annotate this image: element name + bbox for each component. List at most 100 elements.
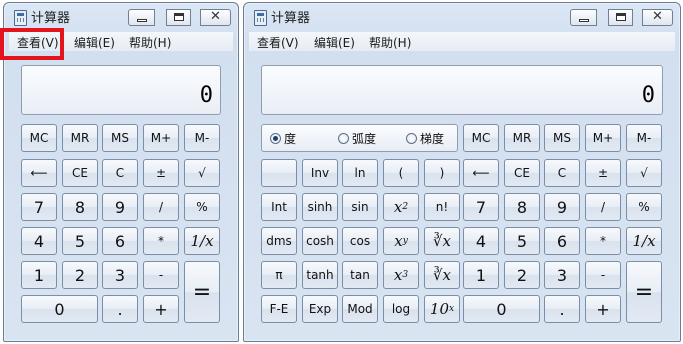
menu-help[interactable]: 帮助(H) [369, 34, 411, 51]
add-button[interactable]: + [143, 295, 179, 323]
digit-2-button[interactable]: 2 [62, 261, 98, 289]
radio-selected-icon [270, 133, 281, 144]
plus-minus-button[interactable]: ± [585, 159, 621, 187]
memory-recall-button[interactable]: MR [504, 124, 540, 152]
menu-edit[interactable]: 编辑(E) [314, 34, 355, 51]
title-bar: 计算器 ✕ [4, 3, 238, 29]
digit-3-button[interactable]: 3 [102, 261, 138, 289]
digit-6-button[interactable]: 6 [544, 227, 580, 255]
power-button[interactable]: xy [383, 227, 419, 255]
close-button[interactable]: ✕ [642, 9, 673, 26]
scientific-blank-button[interactable] [261, 159, 297, 187]
cosh-button[interactable]: cosh [302, 227, 338, 255]
minimize-button[interactable] [570, 9, 597, 26]
memory-add-button[interactable]: M+ [585, 124, 621, 152]
operator-exponent: 2 [402, 202, 409, 212]
clear-button[interactable]: C [102, 159, 138, 187]
open-paren-button[interactable]: ( [383, 159, 419, 187]
digit-8-button[interactable]: 8 [504, 193, 540, 221]
clear-button[interactable]: C [544, 159, 580, 187]
multiply-button[interactable]: * [143, 227, 179, 255]
cube-root-button[interactable]: ∛x [424, 261, 460, 289]
menu-help[interactable]: 帮助(H) [129, 34, 171, 51]
ten-power-button[interactable]: 10 x [424, 295, 460, 323]
backspace-button[interactable]: ⟵ [21, 159, 57, 187]
digit-2-button[interactable]: 2 [504, 261, 540, 289]
y-root-button[interactable]: ∛x [424, 227, 460, 255]
divide-button[interactable]: / [585, 193, 621, 221]
ln-button[interactable]: ln [342, 159, 378, 187]
reciprocal-button[interactable]: 1/x [184, 227, 220, 255]
mod-button[interactable]: Mod [342, 295, 378, 323]
digit-8-button[interactable]: 8 [62, 193, 98, 221]
add-button[interactable]: + [585, 295, 621, 323]
backspace-button[interactable]: ⟵ [463, 159, 499, 187]
memory-clear-button[interactable]: MC [463, 124, 499, 152]
factorial-button[interactable]: n! [424, 193, 460, 221]
radio-degrees[interactable]: 度 [270, 130, 296, 147]
digit-0-button[interactable]: 0 [463, 295, 540, 323]
maximize-button[interactable] [608, 9, 633, 26]
angle-mode-group: 度 弧度 梯度 [261, 124, 458, 152]
decimal-button[interactable]: . [102, 295, 138, 323]
percent-button[interactable]: % [184, 193, 220, 221]
digit-1-button[interactable]: 1 [463, 261, 499, 289]
multiply-button[interactable]: * [585, 227, 621, 255]
pi-button[interactable]: π [261, 261, 297, 289]
sinh-button[interactable]: sinh [302, 193, 338, 221]
tanh-button[interactable]: tanh [302, 261, 338, 289]
digit-5-button[interactable]: 5 [62, 227, 98, 255]
digit-6-button[interactable]: 6 [102, 227, 138, 255]
digit-5-button[interactable]: 5 [504, 227, 540, 255]
reciprocal-button[interactable]: 1/x [626, 227, 662, 255]
digit-9-button[interactable]: 9 [102, 193, 138, 221]
clear-entry-button[interactable]: CE [62, 159, 98, 187]
inverse-button[interactable]: Inv [302, 159, 338, 187]
display: 0 [261, 65, 663, 115]
radio-radians[interactable]: 弧度 [338, 130, 376, 147]
maximize-button[interactable] [166, 9, 191, 26]
cube-button[interactable]: x3 [383, 261, 419, 289]
menu-edit[interactable]: 编辑(E) [74, 34, 115, 51]
memory-recall-button[interactable]: MR [62, 124, 98, 152]
digit-7-button[interactable]: 7 [21, 193, 57, 221]
subtract-button[interactable]: - [585, 261, 621, 289]
subtract-button[interactable]: - [143, 261, 179, 289]
memory-clear-button[interactable]: MC [21, 124, 57, 152]
radio-gradians[interactable]: 梯度 [406, 130, 444, 147]
memory-store-button[interactable]: MS [102, 124, 138, 152]
equals-button[interactable]: = [626, 261, 662, 323]
minimize-button[interactable] [128, 9, 155, 26]
square-root-button[interactable]: √ [184, 159, 220, 187]
int-button[interactable]: Int [261, 193, 297, 221]
menu-view[interactable]: 查看(V) [257, 34, 299, 51]
memory-subtract-button[interactable]: M- [184, 124, 220, 152]
square-button[interactable]: x2 [383, 193, 419, 221]
divide-button[interactable]: / [143, 193, 179, 221]
close-button[interactable]: ✕ [200, 9, 231, 26]
fe-button[interactable]: F-E [261, 295, 297, 323]
digit-9-button[interactable]: 9 [544, 193, 580, 221]
digit-7-button[interactable]: 7 [463, 193, 499, 221]
digit-0-button[interactable]: 0 [21, 295, 98, 323]
digit-3-button[interactable]: 3 [544, 261, 580, 289]
memory-add-button[interactable]: M+ [143, 124, 179, 152]
digit-4-button[interactable]: 4 [21, 227, 57, 255]
tan-button[interactable]: tan [342, 261, 378, 289]
square-root-button[interactable]: √ [626, 159, 662, 187]
log-button[interactable]: log [383, 295, 419, 323]
equals-button[interactable]: = [184, 261, 220, 323]
cos-button[interactable]: cos [342, 227, 378, 255]
plus-minus-button[interactable]: ± [143, 159, 179, 187]
close-paren-button[interactable]: ) [424, 159, 460, 187]
dms-button[interactable]: dms [261, 227, 297, 255]
percent-button[interactable]: % [626, 193, 662, 221]
digit-1-button[interactable]: 1 [21, 261, 57, 289]
sin-button[interactable]: sin [342, 193, 378, 221]
digit-4-button[interactable]: 4 [463, 227, 499, 255]
memory-subtract-button[interactable]: M- [626, 124, 662, 152]
exp-button[interactable]: Exp [302, 295, 338, 323]
clear-entry-button[interactable]: CE [504, 159, 540, 187]
memory-store-button[interactable]: MS [544, 124, 580, 152]
decimal-button[interactable]: . [544, 295, 580, 323]
